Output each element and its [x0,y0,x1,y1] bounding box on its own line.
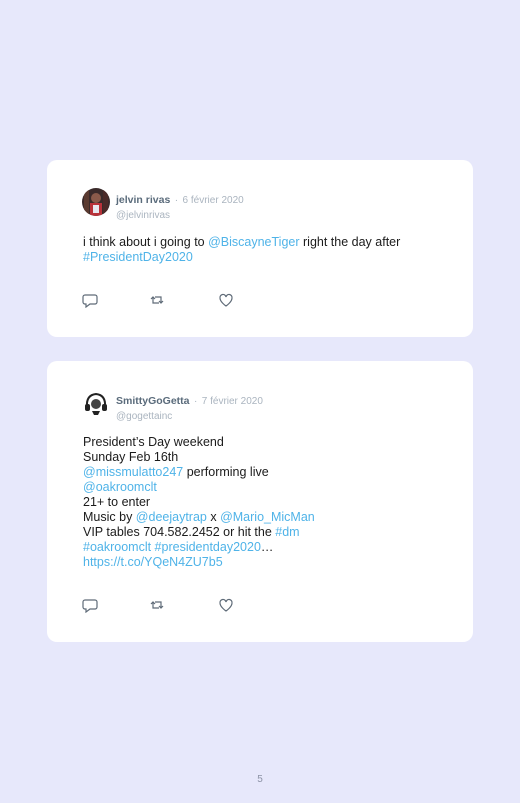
tweet-line: 21+ to enter [83,495,453,510]
mention-link[interactable]: @Mario_MicMan [220,510,315,524]
tweet-date[interactable]: 6 février 2020 [183,195,244,206]
tweet-line: President’s Day weekend [83,435,453,450]
text-segment: right the day after [299,235,401,249]
url-link[interactable]: https://t.co/YQeN4ZU7b5 [83,555,223,569]
user-handle[interactable]: @gogettainc [116,411,263,422]
tweet-line: VIP tables 704.582.2452 or hit the #dm [83,525,453,540]
reply-icon[interactable] [82,597,98,613]
hashtag-link[interactable]: #oakroomclt #presidentday2020 [83,540,261,554]
tweet-text: i think about i going to @BiscayneTiger … [83,235,453,265]
tweet-card: SmittyGoGetta · 7 février 2020 @gogettai… [47,361,473,642]
tweet-line: #oakroomclt #presidentday2020… [83,540,453,555]
tweet-line: @oakroomclt [83,480,453,495]
text-segment: performing live [183,465,269,479]
mention-link[interactable]: @BiscayneTiger [208,235,299,249]
avatar[interactable] [82,389,110,417]
tweet-text: President’s Day weekend Sunday Feb 16th … [83,435,453,570]
mention-link[interactable]: @missmulatto247 [83,465,183,479]
heart-icon[interactable] [218,597,234,613]
tweet-line: @missmulatto247 performing live [83,465,453,480]
text-segment: i think about i going to [83,235,209,249]
retweet-icon[interactable] [149,292,165,308]
text-segment: President’s Day weekend [83,435,224,449]
hashtag-link[interactable]: #dm [275,525,299,539]
text-segment: x [206,510,221,524]
ellipsis: … [260,540,274,554]
page-number: 5 [257,774,263,785]
tweet-line: Sunday Feb 16th [83,450,453,465]
separator: · [193,396,198,407]
tweet-line: https://t.co/YQeN4ZU7b5 [83,555,453,570]
retweet-icon[interactable] [149,597,165,613]
display-name[interactable]: jelvin rivas [116,194,170,206]
display-name[interactable]: SmittyGoGetta [116,395,190,407]
user-handle[interactable]: @jelvinrivas [116,210,244,221]
tweet-line: #PresidentDay2020 [83,250,453,265]
tweet-line: Music by @deejaytrap x @Mario_MicMan [83,510,453,525]
text-segment: Music by [83,510,136,524]
separator: · [174,195,179,206]
mention-link[interactable]: @oakroomclt [83,480,157,494]
tweet-date[interactable]: 7 février 2020 [202,396,263,407]
text-segment: 21+ to enter [83,495,151,509]
text-segment: Sunday Feb 16th [83,450,179,464]
heart-icon[interactable] [218,292,234,308]
avatar[interactable] [82,188,110,216]
hashtag-link[interactable]: #PresidentDay2020 [83,250,193,264]
mention-link[interactable]: @deejaytrap [136,510,207,524]
tweet-line: i think about i going to @BiscayneTiger … [83,235,453,250]
tweet-card: jelvin rivas · 6 février 2020 @jelvinriv… [47,160,473,337]
text-segment: VIP tables 704.582.2452 or hit the [83,525,276,539]
reply-icon[interactable] [82,292,98,308]
